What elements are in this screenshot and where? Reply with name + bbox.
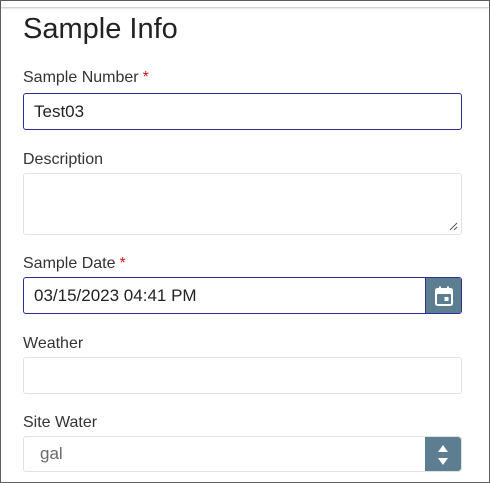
site-water-value: gal bbox=[40, 444, 63, 463]
site-water-label: Site Water bbox=[23, 414, 98, 431]
page-title: Sample Info bbox=[23, 13, 178, 45]
sample-number-label: Sample Number * bbox=[23, 69, 149, 87]
required-asterisk: * bbox=[142, 69, 149, 86]
description-label: Description bbox=[23, 151, 104, 168]
form-panel: Sample Info Sample Number * Test03 Descri… bbox=[0, 0, 490, 483]
sample-date-value: 03/15/2023 04:41 PM bbox=[34, 285, 197, 305]
calendar-icon bbox=[434, 286, 453, 306]
top-edge bbox=[1, 1, 489, 7]
up-down-arrows-icon bbox=[438, 445, 448, 465]
sample-number-value: Test03 bbox=[34, 101, 85, 121]
weather-input[interactable] bbox=[23, 357, 462, 394]
description-textarea[interactable] bbox=[23, 173, 462, 235]
sample-date-label: Sample Date * bbox=[23, 255, 126, 273]
site-water-spinner-button[interactable] bbox=[425, 437, 461, 471]
sample-number-label-text: Sample Number bbox=[23, 69, 139, 86]
resize-handle-icon[interactable] bbox=[449, 222, 458, 231]
sample-number-input[interactable]: Test03 bbox=[23, 93, 462, 130]
weather-label: Weather bbox=[23, 335, 84, 352]
required-asterisk: * bbox=[119, 255, 126, 272]
site-water-input[interactable]: gal bbox=[23, 436, 462, 472]
sample-date-input[interactable]: 03/15/2023 04:41 PM bbox=[23, 277, 462, 314]
calendar-button[interactable] bbox=[425, 278, 461, 313]
sample-date-label-text: Sample Date bbox=[23, 255, 116, 272]
